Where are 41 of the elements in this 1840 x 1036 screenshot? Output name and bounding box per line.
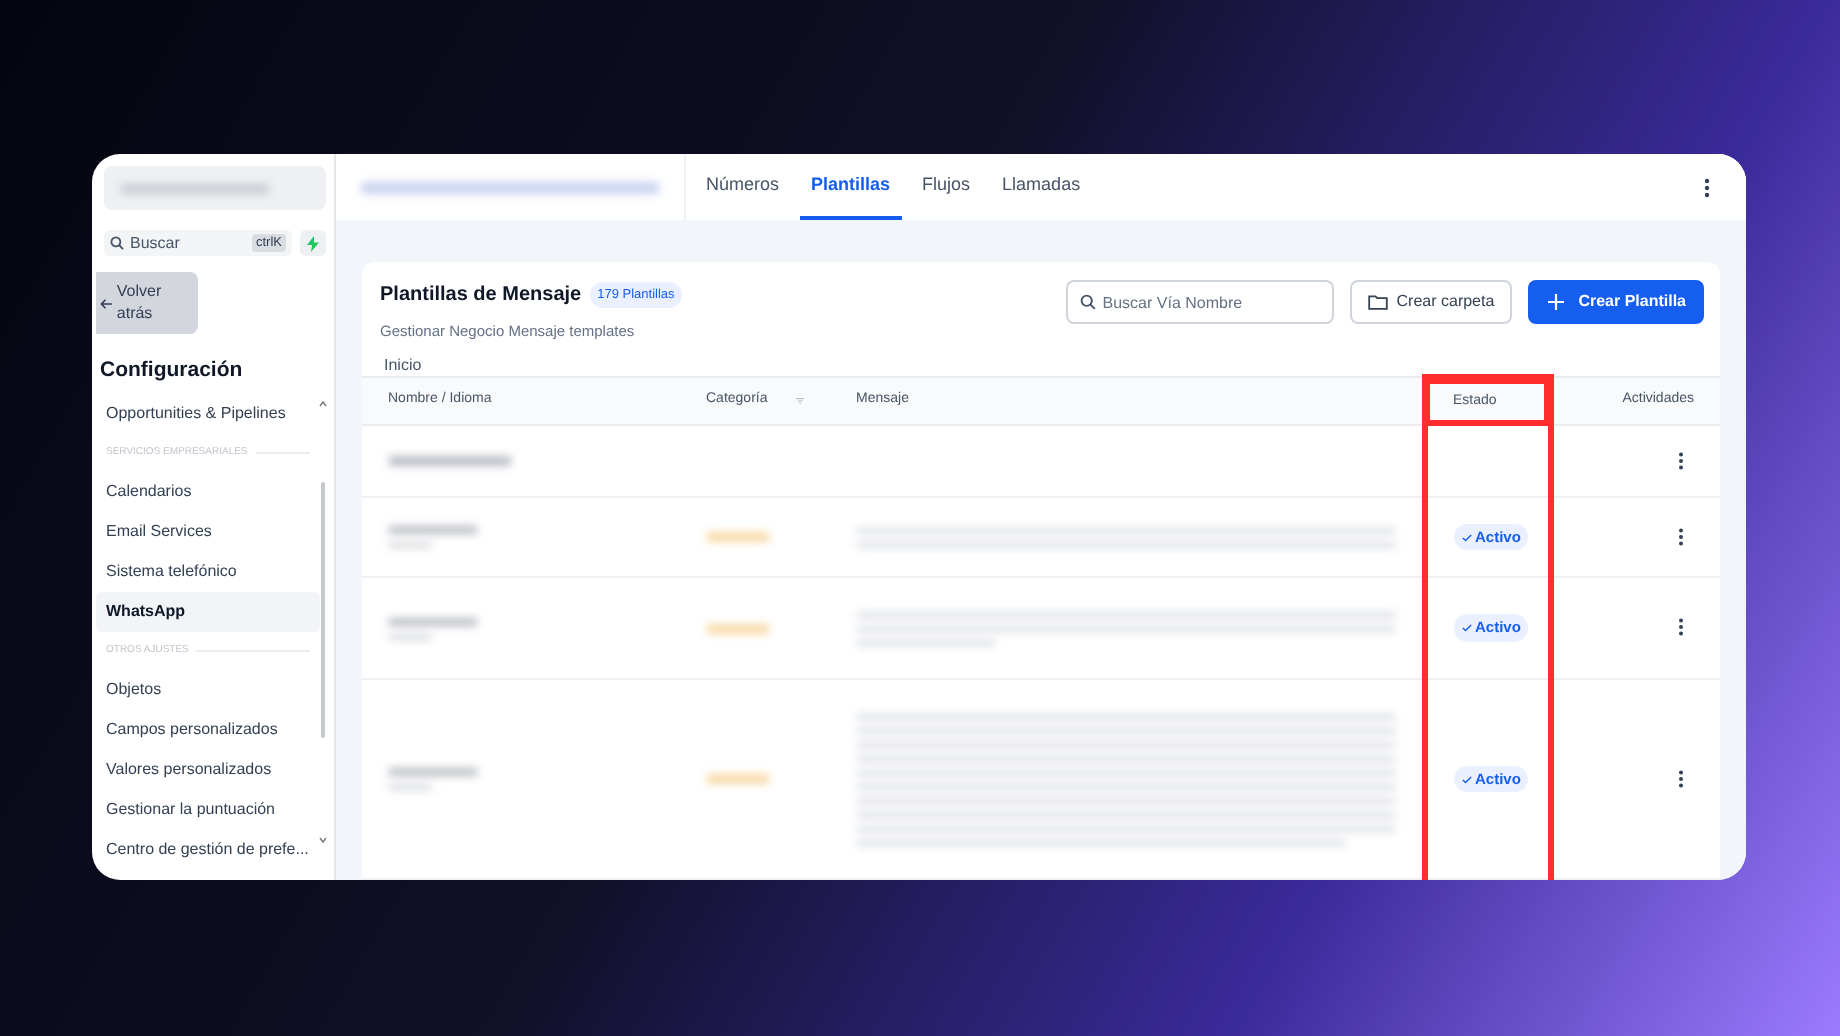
check-icon xyxy=(1461,775,1471,783)
sidebar-item[interactable]: Opportunities & Pipelines xyxy=(96,393,320,434)
tab[interactable]: Llamadas xyxy=(990,154,1093,220)
blurred-text xyxy=(388,456,512,466)
sidebar-item[interactable]: Calendarios xyxy=(96,472,320,513)
more-options-icon[interactable] xyxy=(1678,527,1684,546)
search-placeholder: Buscar xyxy=(130,231,180,255)
tab[interactable]: Plantillas xyxy=(799,154,903,220)
more-options-icon[interactable] xyxy=(1678,451,1684,470)
page-title: Plantillas de Mensaje xyxy=(380,282,582,310)
category-tag xyxy=(706,532,770,542)
sidebar-item[interactable]: Email Services xyxy=(96,512,320,552)
sidebar-item[interactable]: WhatsApp xyxy=(96,591,320,632)
plus-icon xyxy=(1548,294,1565,310)
create-template-button[interactable]: Crear Plantilla xyxy=(1528,280,1704,324)
sidebar-item[interactable]: Objetos xyxy=(96,670,320,711)
settings-heading: Configuración xyxy=(100,356,245,386)
sidebar-item[interactable]: Centro de gestión de prefe... xyxy=(96,829,320,869)
search-icon xyxy=(1080,294,1097,310)
tab[interactable]: Flujos xyxy=(910,154,983,220)
account-switcher[interactable] xyxy=(104,166,326,210)
category-tag xyxy=(706,623,770,633)
back-button[interactable]: Volver atrás xyxy=(96,272,198,334)
check-icon xyxy=(1461,533,1471,541)
back-arrow-icon xyxy=(100,297,113,309)
check-icon xyxy=(1461,624,1471,632)
breadcrumb-link[interactable]: Inicio xyxy=(380,354,683,379)
search-field[interactable]: Buscar Vía Nombre xyxy=(1066,280,1335,324)
search-icon xyxy=(110,236,124,250)
sidebar-item[interactable]: Sistema telefónico xyxy=(96,551,320,592)
more-options-icon[interactable] xyxy=(1678,769,1684,788)
create-folder-button[interactable]: Crear carpeta xyxy=(1350,280,1513,324)
lightning-icon xyxy=(306,235,320,251)
more-options-icon[interactable] xyxy=(1678,618,1684,637)
folder-icon xyxy=(1368,294,1389,310)
category-tag xyxy=(706,774,770,784)
sidebar-item[interactable]: Campos personalizados xyxy=(96,710,320,750)
sidebar-item[interactable]: Valores personalizados xyxy=(96,749,320,790)
more-options-icon[interactable] xyxy=(1704,177,1710,197)
sidebar-item[interactable]: Gestionar la puntuación xyxy=(96,789,320,830)
tab[interactable]: Números xyxy=(694,154,792,220)
